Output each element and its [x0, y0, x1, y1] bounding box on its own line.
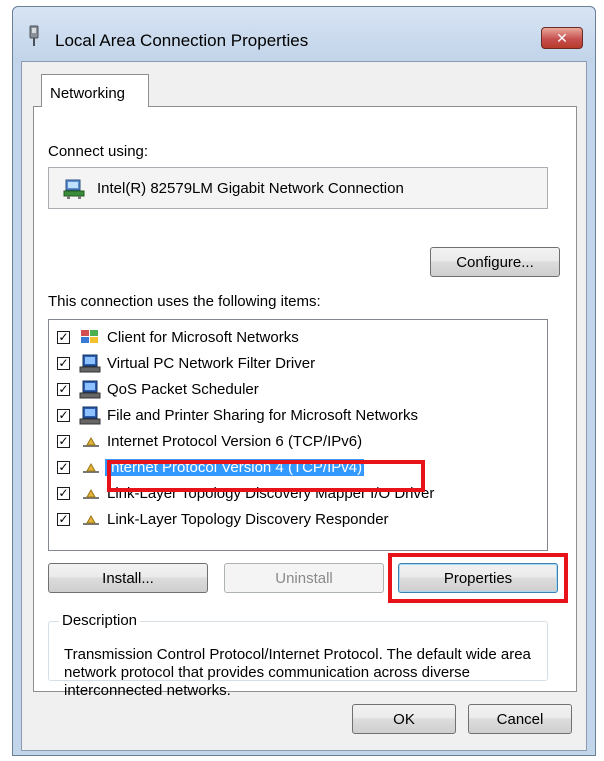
- properties-window: Local Area Connection Properties ✕ Netwo…: [12, 6, 596, 756]
- uninstall-button[interactable]: Uninstall: [224, 563, 384, 593]
- protocol-icon: [83, 462, 99, 473]
- install-button[interactable]: Install...: [48, 563, 208, 593]
- network-client-icon: [81, 330, 98, 343]
- networking-tab-panel: Connect using: Intel(R) 82579LM Gigabit …: [33, 106, 577, 692]
- protocol-icon: [83, 488, 99, 499]
- list-item-virtual-pc-filter[interactable]: ✓ Virtual PC Network Filter Driver: [49, 352, 547, 376]
- connection-items-list[interactable]: ✓ Client for Microsoft Networks ✓ Virtua…: [48, 319, 548, 551]
- close-button[interactable]: ✕: [541, 27, 583, 49]
- item-label: File and Printer Sharing for Microsoft N…: [107, 407, 418, 424]
- item-checkbox[interactable]: ✓: [57, 331, 70, 344]
- item-checkbox[interactable]: ✓: [57, 383, 70, 396]
- list-item-file-printer-sharing[interactable]: ✓ File and Printer Sharing for Microsoft…: [49, 404, 547, 428]
- title-bar[interactable]: Local Area Connection Properties ✕: [13, 7, 595, 61]
- protocol-icon: [83, 436, 99, 447]
- dialog-client-area: Networking Connect using: Intel(R) 82579…: [21, 61, 587, 751]
- tab-networking[interactable]: Networking: [41, 74, 149, 107]
- cancel-button[interactable]: Cancel: [468, 704, 572, 734]
- item-label: Link-Layer Topology Discovery Responder: [107, 511, 389, 528]
- network-connection-icon: [29, 25, 39, 46]
- adapter-display: Intel(R) 82579LM Gigabit Network Connect…: [48, 167, 548, 209]
- service-icon: [79, 380, 101, 399]
- window-title: Local Area Connection Properties: [55, 31, 309, 50]
- properties-annotation-highlight: [388, 553, 568, 603]
- item-checkbox[interactable]: ✓: [57, 409, 70, 422]
- item-checkbox[interactable]: ✓: [57, 461, 70, 474]
- protocol-icon: [83, 514, 99, 525]
- items-list-label: This connection uses the following items…: [48, 293, 321, 310]
- description-text: Transmission Control Protocol/Internet P…: [64, 646, 531, 699]
- item-checkbox[interactable]: ✓: [57, 435, 70, 448]
- list-item-qos-scheduler[interactable]: ✓ QoS Packet Scheduler: [49, 378, 547, 402]
- item-label: Client for Microsoft Networks: [107, 329, 299, 346]
- item-checkbox[interactable]: ✓: [57, 357, 70, 370]
- ipv4-annotation-highlight: [107, 460, 425, 492]
- ok-button[interactable]: OK: [352, 704, 456, 734]
- description-legend: Description: [59, 612, 141, 629]
- item-checkbox[interactable]: ✓: [57, 513, 70, 526]
- list-item-lltd-responder[interactable]: ✓ Link-Layer Topology Discovery Responde…: [49, 508, 547, 532]
- item-label: Virtual PC Network Filter Driver: [107, 355, 316, 372]
- item-checkbox[interactable]: ✓: [57, 487, 70, 500]
- list-item-ipv6[interactable]: ✓ Internet Protocol Version 6 (TCP/IPv6): [49, 430, 547, 454]
- network-adapter-icon: [63, 179, 85, 199]
- service-icon: [79, 354, 101, 373]
- close-icon: ✕: [556, 29, 568, 46]
- configure-button[interactable]: Configure...: [430, 247, 560, 277]
- adapter-name: Intel(R) 82579LM Gigabit Network Connect…: [97, 180, 404, 197]
- service-icon: [79, 406, 101, 425]
- connect-using-label: Connect using:: [48, 143, 149, 160]
- item-label: Internet Protocol Version 6 (TCP/IPv6): [107, 433, 363, 450]
- list-item-client-ms-networks[interactable]: ✓ Client for Microsoft Networks: [49, 326, 547, 350]
- item-label: QoS Packet Scheduler: [107, 381, 259, 398]
